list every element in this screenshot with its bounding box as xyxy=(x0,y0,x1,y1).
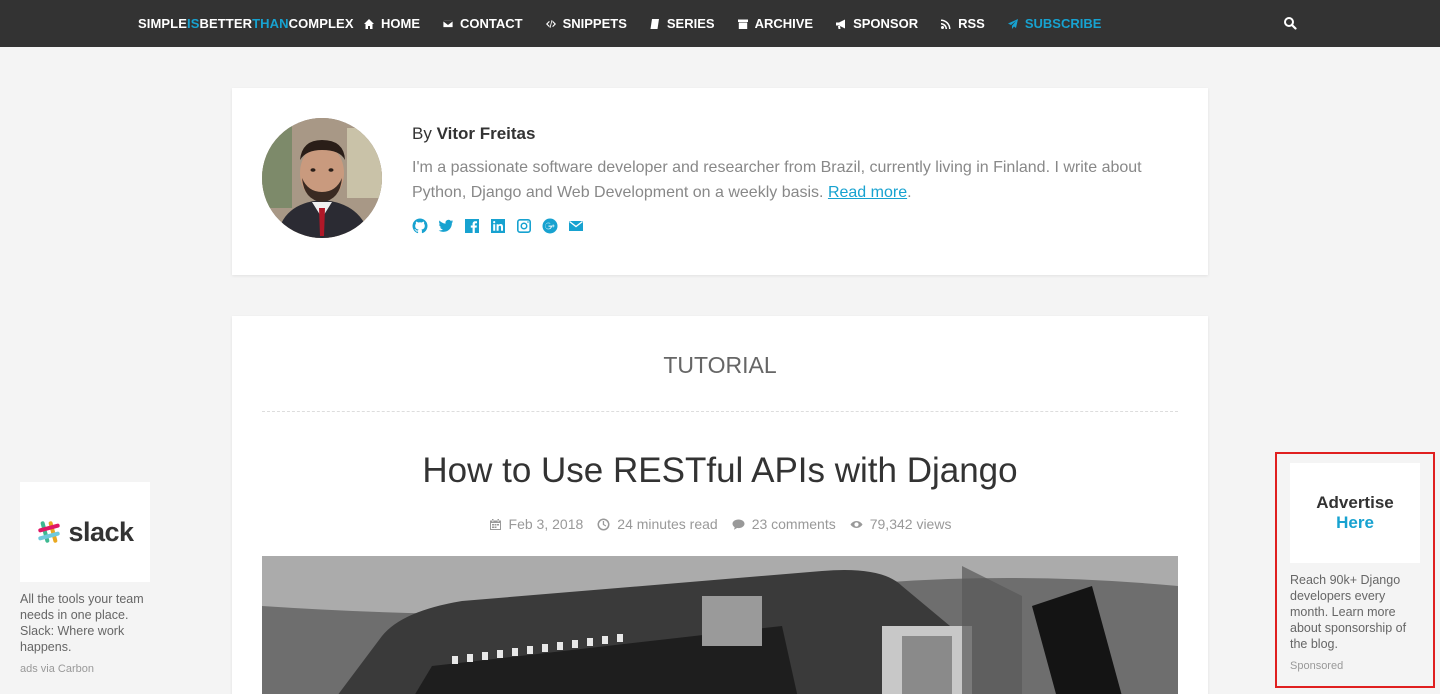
brand-part-5: COMPLEX xyxy=(288,16,354,31)
post-views-text: 79,342 views xyxy=(869,516,952,532)
bullhorn-icon xyxy=(836,19,846,29)
nav-item-label: ARCHIVE xyxy=(754,16,814,31)
paper-plane-icon xyxy=(1007,18,1018,29)
ad-text[interactable]: All the tools your team needs in one pla… xyxy=(20,591,160,655)
linkedin-icon xyxy=(491,219,505,233)
rss-icon xyxy=(941,19,951,29)
nav-item-label: SPONSOR xyxy=(853,16,919,31)
top-navbar: SIMPLEISBETTERTHANCOMPLEX HOME CONTACT S… xyxy=(0,0,1440,47)
eye-icon xyxy=(850,520,863,528)
post-date: Feb 3, 2018 xyxy=(489,516,584,532)
instagram-link[interactable] xyxy=(516,218,532,234)
nav-item-label: SUBSCRIBE xyxy=(1024,16,1102,31)
advertise-label: Advertise xyxy=(1316,493,1394,512)
post-cover-image xyxy=(262,556,1178,694)
author-avatar xyxy=(262,118,382,238)
nav-menu: HOME CONTACT SNIPPETS SERIES ARCHIVE SPO… xyxy=(363,16,1123,31)
archive-icon xyxy=(737,19,748,29)
search-icon xyxy=(1284,17,1297,30)
twitter-link[interactable] xyxy=(438,218,454,234)
sidebar-ad-right[interactable]: Advertise Here Reach 90k+ Django develop… xyxy=(1290,463,1420,672)
author-bio-text: I'm a passionate software developer and … xyxy=(412,159,1142,201)
slack-logo[interactable]: slack xyxy=(20,482,150,582)
nav-item-archive[interactable]: ARCHIVE xyxy=(737,16,814,31)
sponsored-label: Sponsored xyxy=(1290,660,1344,672)
google-plus-link[interactable] xyxy=(542,218,558,234)
nav-item-contact[interactable]: CONTACT xyxy=(442,16,523,31)
linkedin-link[interactable] xyxy=(490,218,506,234)
envelope-icon xyxy=(442,19,454,28)
nav-item-subscribe[interactable]: SUBSCRIBE xyxy=(1007,16,1102,31)
slack-wordmark: slack xyxy=(68,516,134,547)
facebook-icon xyxy=(465,219,479,233)
site-logo[interactable]: SIMPLEISBETTERTHANCOMPLEX xyxy=(138,16,354,31)
post-title: How to Use RESTful APIs with Django xyxy=(422,451,1018,490)
post-date-text: Feb 3, 2018 xyxy=(508,516,584,532)
divider xyxy=(262,411,1178,412)
sidebar-ad-left[interactable]: slack All the tools your team needs in o… xyxy=(20,482,160,675)
social-links xyxy=(412,218,594,234)
author-bio: I'm a passionate software developer and … xyxy=(412,155,1172,205)
comments-icon xyxy=(732,519,745,530)
post-read-time-text: 24 minutes read xyxy=(617,516,718,532)
post-views: 79,342 views xyxy=(850,516,952,532)
article-card: TUTORIAL How to Use RESTful APIs with Dj… xyxy=(232,316,1208,694)
nav-item-home[interactable]: HOME xyxy=(363,16,420,31)
nav-item-series[interactable]: SERIES xyxy=(649,16,715,31)
nav-item-rss[interactable]: RSS xyxy=(940,16,985,31)
author-byline: By Vitor Freitas xyxy=(412,124,535,144)
by-label: By xyxy=(412,124,432,143)
nav-item-sponsor[interactable]: SPONSOR xyxy=(835,16,918,31)
advertise-here-banner[interactable]: Advertise Here xyxy=(1290,463,1420,563)
post-comments[interactable]: 23 comments xyxy=(732,516,836,532)
nav-item-label: HOME xyxy=(381,16,420,31)
home-icon xyxy=(364,18,374,29)
calendar-icon xyxy=(489,518,501,530)
email-link[interactable] xyxy=(568,218,584,234)
author-name[interactable]: Vitor Freitas xyxy=(437,124,536,143)
nav-item-snippets[interactable]: SNIPPETS xyxy=(545,16,627,31)
post-read-time: 24 minutes read xyxy=(597,516,718,532)
brand-part-2: IS xyxy=(187,16,200,31)
read-more-link[interactable]: Read more xyxy=(828,184,907,201)
post-comments-text: 23 comments xyxy=(751,516,836,532)
post-meta: Feb 3, 2018 24 minutes read 23 comments … xyxy=(232,516,1208,532)
nav-item-label: SERIES xyxy=(666,16,715,31)
ad-via-carbon[interactable]: ads via Carbon xyxy=(20,663,160,675)
bio-period: . xyxy=(907,184,912,201)
envelope-icon xyxy=(569,220,583,231)
slack-hash-icon xyxy=(38,521,61,543)
facebook-link[interactable] xyxy=(464,218,480,234)
here-label: Here xyxy=(1336,513,1374,532)
google-plus-icon xyxy=(542,218,558,234)
github-icon xyxy=(412,218,428,234)
nav-item-label: SNIPPETS xyxy=(562,16,627,31)
brand-part-1: SIMPLE xyxy=(138,16,187,31)
github-link[interactable] xyxy=(412,218,428,234)
nav-item-label: RSS xyxy=(958,16,985,31)
nav-item-label: CONTACT xyxy=(460,16,523,31)
search-button[interactable] xyxy=(1283,16,1297,30)
instagram-icon xyxy=(517,219,531,233)
twitter-icon xyxy=(438,219,453,232)
book-icon xyxy=(650,18,659,29)
sponsor-text[interactable]: Reach 90k+ Django developers every month… xyxy=(1290,572,1420,652)
author-card: By Vitor Freitas I'm a passionate softwa… xyxy=(232,88,1208,275)
brand-part-3: BETTER xyxy=(199,16,253,31)
code-icon xyxy=(545,19,556,28)
post-category[interactable]: TUTORIAL xyxy=(232,352,1208,379)
clock-icon xyxy=(597,518,610,530)
brand-part-4: THAN xyxy=(252,16,289,31)
